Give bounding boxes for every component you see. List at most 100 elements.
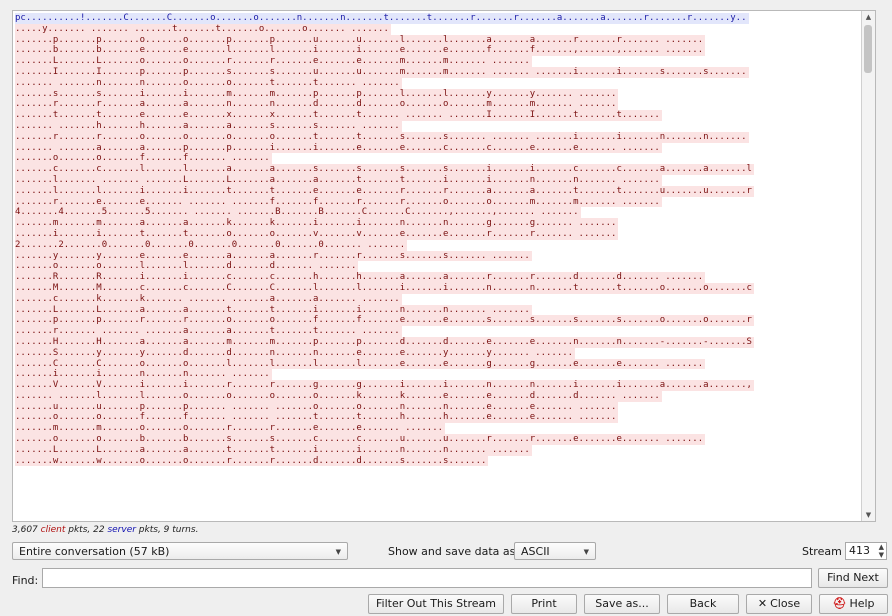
stream-line: .......V.......V.......i.......i.......r… (15, 380, 861, 391)
client-word: client (40, 525, 66, 535)
stream-line: .......s.......s.......i.......i.......m… (15, 88, 861, 100)
stream-line: .......I.......I.......p.......p.......s… (15, 66, 861, 78)
stream-line: .......r....... ....... .......a.......a… (15, 326, 861, 337)
client-data-text: .......o.......o.......f.......f....... … (15, 412, 619, 424)
stream-line: .......H.......H.......a.......a.......m… (15, 336, 861, 348)
client-data-text: .......L.......L.......o.......o.......r… (15, 56, 532, 67)
client-data-text: 4.......4.......5.......5....... .......… (15, 207, 581, 219)
stream-line: .......w.......w.......o.......o.......r… (15, 455, 861, 467)
close-button-label: Close (770, 597, 801, 610)
stream-line: 2.......2.......0.......0.......0.......… (15, 239, 861, 251)
client-data-text: .......r.......r.......o.......o.......o… (15, 131, 749, 143)
stream-line: .......u.......u.......p.......p....... … (15, 401, 861, 413)
find-next-button[interactable]: Find Next (818, 568, 888, 588)
client-data-text: .......I.......I.......p.......p.......s… (15, 66, 749, 78)
format-select[interactable]: ASCII ▼ (514, 542, 596, 560)
stream-label: Stream (802, 545, 842, 558)
client-data-text: .......b.......b.......e.......e.......l… (15, 45, 706, 57)
stream-line: pc..........!.......C.......C.......o...… (15, 13, 861, 24)
client-data-text: .......w.......w.......o.......o.......r… (15, 455, 489, 467)
client-data-text: .......o.......o.......b.......b.......s… (15, 434, 706, 445)
client-data-text: .......r.......e.......e....... ....... … (15, 196, 662, 208)
stream-line: .......t.......t.......e.......e.......x… (15, 110, 861, 121)
stream-text[interactable]: pc..........!.......C.......C.......o...… (15, 13, 861, 521)
pkts-text: pkts, (65, 525, 94, 535)
conversation-select-value: Entire conversation (57 kB) (19, 545, 170, 558)
stream-line: .......o.......o.......l.......l.......d… (15, 261, 861, 273)
client-data-text: .......l.......l.......i.......i.......t… (15, 185, 754, 197)
stream-line: .......o.......o.......f.......f....... … (15, 412, 861, 424)
client-data-text: .....y....... ....... .......t.......t..… (15, 23, 391, 35)
client-data-text: .......u.......u.......p.......p....... … (15, 401, 619, 413)
stream-line: .......l.......l.......i.......i.......t… (15, 185, 861, 197)
client-data-text: .......M.......M.......c.......c.......C… (15, 282, 754, 294)
stream-line: .....y....... ....... .......t.......t..… (15, 23, 861, 35)
print-button[interactable]: Print (511, 594, 577, 614)
scrollbar-thumb[interactable] (864, 25, 872, 73)
stats-tail: pkts, 9 turns. (135, 525, 199, 535)
client-data-text: .......r.......r.......a.......a.......n… (15, 99, 619, 111)
client-data-text: ....... .......n.......n.......o.......o… (15, 77, 402, 89)
show-save-label: Show and save data as (388, 545, 516, 558)
client-data-text: .......R.......R.......i.......i.......c… (15, 272, 706, 283)
back-button[interactable]: Back (667, 594, 739, 614)
stream-line: .......o.......o.......b.......b.......s… (15, 434, 861, 445)
filter-out-stream-button[interactable]: Filter Out This Stream (368, 594, 504, 614)
chevron-down-icon: ▼ (335, 548, 341, 556)
client-data-text: .......i.......i.......n.......n....... … (15, 369, 272, 381)
stream-line: .......L.......L.......a.......a.......t… (15, 304, 861, 316)
client-data-text: .......c.......c.......l.......l.......a… (15, 164, 754, 175)
stream-line: .......m.......m.......a.......a.......k… (15, 218, 861, 229)
chevron-down-icon: ▼ (583, 548, 589, 556)
stream-line: .......C.......C.......o.......o.......l… (15, 358, 861, 370)
stream-line: .......m.......m.......o.......o.......r… (15, 423, 861, 435)
client-data-text: .......m.......m.......o.......o.......r… (15, 423, 446, 435)
stream-line: .......R.......R.......i.......i.......c… (15, 272, 861, 283)
client-data-text: ....... .......a.......a.......p.......p… (15, 142, 662, 154)
stream-line: .......l....... ....... .......L.......L… (15, 174, 861, 186)
client-data-text: ....... .......l.......l.......o.......o… (15, 390, 662, 402)
client-data-text: .......o.......o.......l.......l.......d… (15, 261, 359, 273)
help-button-label: Help (849, 597, 875, 610)
stream-number-spinbox[interactable]: 413 ▲ ▼ (845, 542, 887, 560)
stream-line: .......r.......r.......a.......a.......n… (15, 99, 861, 111)
client-data-text: .......S.......y.......y.......d.......d… (15, 347, 576, 359)
stream-line: .......S.......y.......y.......d.......d… (15, 347, 861, 359)
close-button[interactable]: ✕ Close (746, 594, 812, 614)
client-count: 3,607 (12, 525, 38, 535)
stream-line: .......M.......M.......c.......c.......C… (15, 282, 861, 294)
spin-arrows-icon[interactable]: ▲ ▼ (879, 543, 884, 559)
client-data-text: .......s.......s.......i.......i.......m… (15, 88, 619, 100)
stream-line: .......L.......L.......a.......a.......t… (15, 444, 861, 456)
find-input[interactable] (42, 568, 812, 588)
client-data-text: .......p.......p.......o.......o.......p… (15, 34, 706, 46)
scroll-up-icon[interactable]: ▲ (862, 11, 875, 23)
client-data-text: .......L.......L.......a.......a.......t… (15, 444, 532, 456)
x-icon: ✕ (757, 597, 768, 610)
client-data-text: .......r....... ....... .......a.......a… (15, 326, 402, 337)
client-data-text: .......o.......o.......f.......f....... … (15, 153, 272, 165)
help-button[interactable]: ⛑ Help (819, 594, 888, 614)
stream-line: ....... .......l.......l.......o.......o… (15, 390, 861, 402)
client-data-text: .......L.......L.......a.......a.......t… (15, 304, 532, 316)
stream-line: .......i.......i.......n.......n....... … (15, 369, 861, 381)
client-data-text: ....... .......h.......h.......a.......a… (15, 120, 402, 132)
stream-line: .......p.......p.......r.......r.......o… (15, 315, 861, 327)
stream-line: .......i.......i.......t.......t.......o… (15, 228, 861, 240)
client-data-text: .......p.......p.......r.......r.......o… (15, 315, 754, 327)
vertical-scrollbar[interactable]: ▲ ▼ (861, 11, 875, 521)
find-label: Find: (12, 574, 39, 587)
stream-content-pane[interactable]: pc..........!.......C.......C.......o...… (12, 10, 876, 522)
client-data-text: .......C.......C.......o.......o.......l… (15, 358, 706, 370)
format-select-value: ASCII (521, 545, 550, 558)
scroll-down-icon[interactable]: ▼ (862, 509, 875, 521)
stream-line: ....... .......h.......h.......a.......a… (15, 120, 861, 132)
server-word: server (107, 525, 136, 535)
stream-line: ....... .......n.......n.......o.......o… (15, 77, 861, 89)
help-icon: ⛑ (832, 597, 847, 610)
save-as-button[interactable]: Save as... (584, 594, 660, 614)
stream-line: .......b.......b.......e.......e.......l… (15, 45, 861, 57)
conversation-select[interactable]: Entire conversation (57 kB) ▼ (12, 542, 348, 560)
client-data-text: .......m.......m.......a.......a.......k… (15, 218, 619, 229)
stream-line: .......p.......p.......o.......o.......p… (15, 34, 861, 46)
